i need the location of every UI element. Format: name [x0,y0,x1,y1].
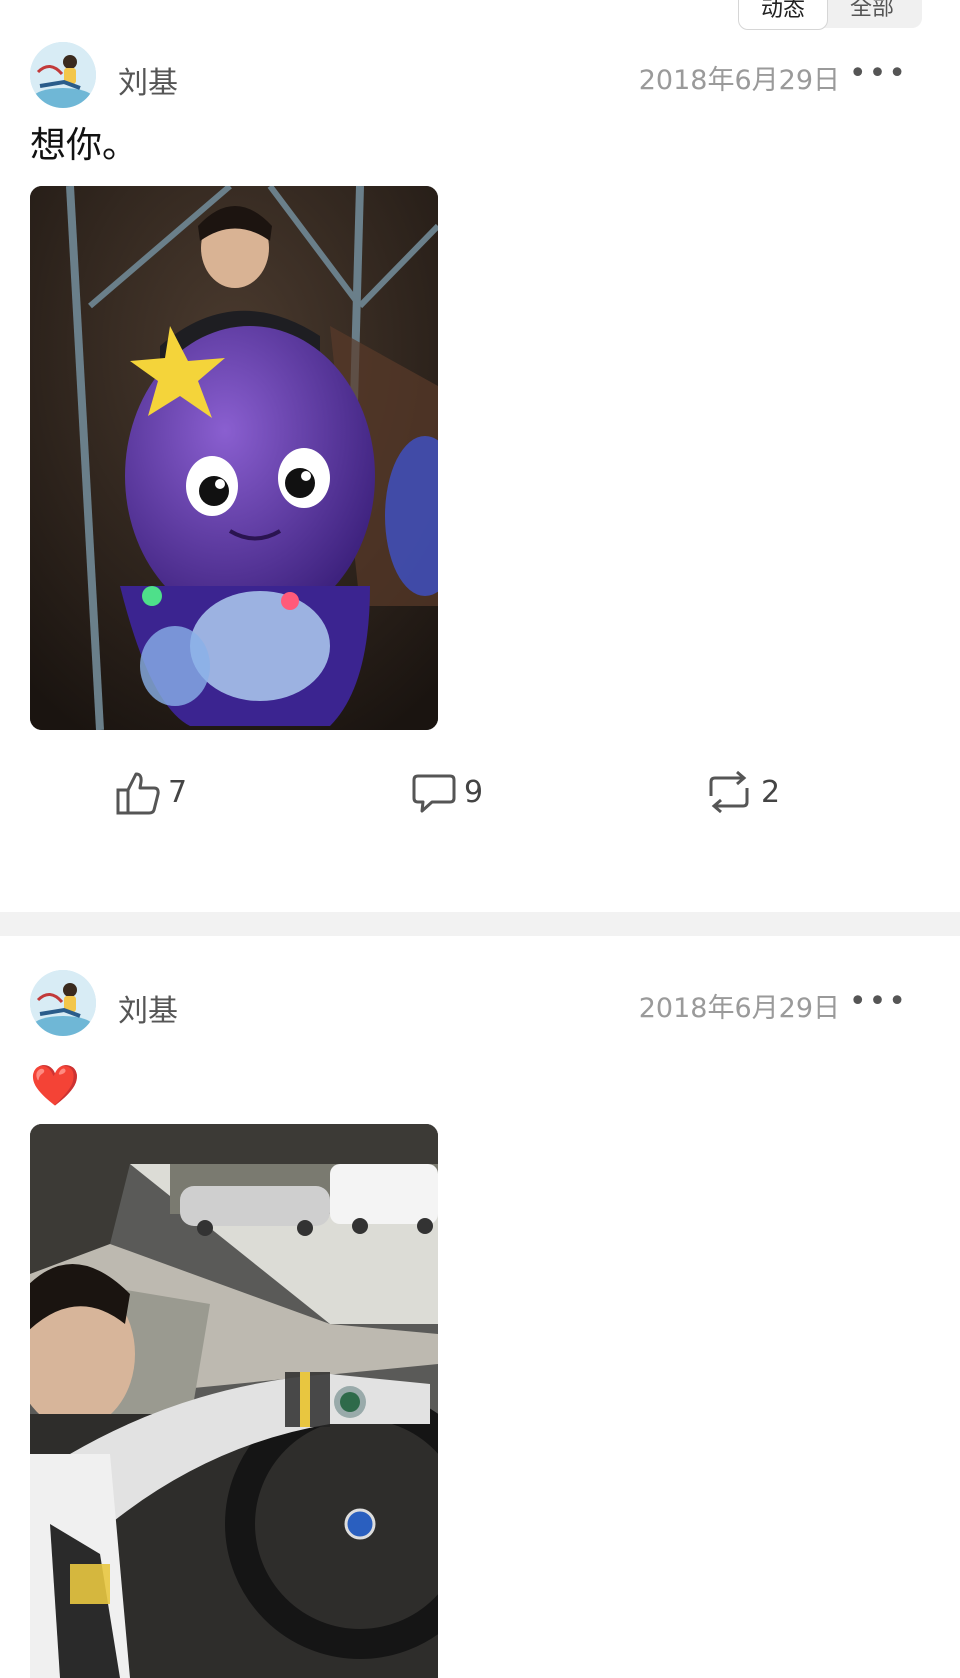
thumbs-up-icon [116,772,160,815]
comment-button[interactable]: 9 [410,762,483,822]
post-divider [0,912,960,936]
post-photo[interactable] [30,1124,438,1678]
repost-icon [709,770,749,814]
more-options-icon[interactable]: ••• [849,56,908,91]
avatar[interactable] [30,42,96,108]
author-name[interactable]: 刘基 [118,986,178,1030]
comment-count: 9 [464,774,484,810]
more-options-icon[interactable]: ••• [849,984,908,1019]
repost-button[interactable]: 2 [703,762,780,822]
post-date: 2018年6月29日 [638,65,840,96]
post: 刘基 2018年6月29日 ••• ❤️ [0,970,960,1678]
tab-all[interactable]: 全部 [828,0,916,28]
view-tabs: 动态 全部 [737,0,922,30]
post-header: 刘基 2018年6月29日 ••• [30,970,930,1040]
photo-octopus-ride-icon [30,186,438,730]
post: 刘基 2018年6月29日 ••• 想你。 7 9 2 [0,30,960,930]
comment-icon [412,774,456,813]
post-date: 2018年6月29日 [638,993,840,1024]
tab-dynamic[interactable]: 动态 [737,0,828,30]
avatar[interactable] [30,970,96,1036]
post-actions: 7 9 2 [0,762,960,822]
like-button[interactable]: 7 [114,762,187,822]
author-name[interactable]: 刘基 [118,58,178,102]
post-text: ❤️ [30,1063,80,1109]
photo-car-interior-icon [30,1124,438,1678]
repost-count: 2 [761,774,781,810]
post-header: 刘基 2018年6月29日 ••• [30,42,930,112]
post-text: 想你。 [30,125,139,166]
post-photo[interactable] [30,186,438,730]
like-count: 7 [168,774,188,810]
